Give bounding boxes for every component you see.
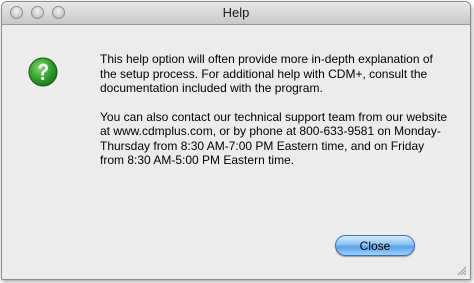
message-paragraph-2: You can also contact our technical suppo… [100, 109, 448, 168]
message-paragraph-1: This help option will often provide more… [100, 52, 433, 95]
close-button[interactable]: Close [335, 235, 415, 256]
question-mark-icon [28, 57, 58, 87]
help-window: Help This help option will often provide… [1, 1, 471, 280]
resize-grip-icon[interactable] [456, 265, 467, 276]
window-title: Help [222, 5, 250, 20]
help-message: This help option will often provide more… [100, 52, 450, 182]
title-bar[interactable]: Help [2, 2, 470, 25]
